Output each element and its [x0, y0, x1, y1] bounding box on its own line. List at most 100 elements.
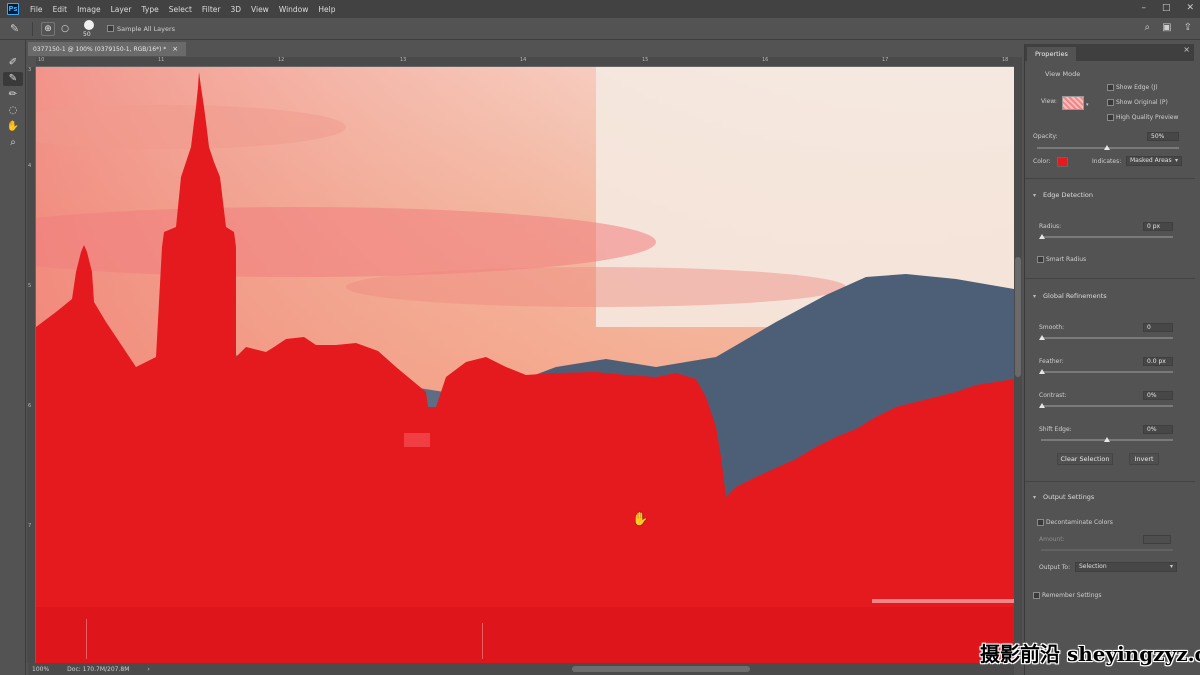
photoshop-logo-icon[interactable]: Ps: [7, 3, 19, 15]
brush-size-value: 50: [83, 30, 91, 38]
menu-filter[interactable]: Filter: [197, 5, 226, 14]
add-to-selection-icon[interactable]: ⊕: [41, 21, 55, 36]
ruler-label: 4: [28, 163, 32, 169]
smooth-field[interactable]: 0: [1143, 323, 1173, 332]
status-menu-arrow[interactable]: ›: [147, 666, 149, 673]
ruler-label: 15: [642, 57, 649, 63]
zoom-tool-icon[interactable]: ⌕: [3, 136, 23, 150]
chevron-down-icon: ▾: [1169, 563, 1173, 570]
close-tab-icon[interactable]: ×: [172, 45, 178, 53]
smooth-label: Smooth:: [1039, 324, 1065, 331]
view-label: View:: [1041, 98, 1057, 105]
document-size: Doc: 170.7M/207.8M: [67, 665, 130, 673]
high-quality-preview-label: High Quality Preview: [1116, 114, 1179, 121]
clear-selection-button[interactable]: Clear Selection: [1057, 453, 1113, 465]
workspace-icon[interactable]: ▣: [1162, 22, 1171, 33]
high-quality-preview-checkbox[interactable]: [1107, 114, 1114, 121]
menu-help[interactable]: Help: [313, 5, 340, 14]
contrast-slider[interactable]: [1041, 405, 1173, 407]
chevron-down-icon: ▾: [1174, 157, 1178, 164]
refine-edge-brush-tool-icon[interactable]: ✎: [3, 72, 23, 86]
menu-3d[interactable]: 3D: [225, 5, 246, 14]
contrast-slider-knob[interactable]: [1039, 403, 1045, 408]
feather-field[interactable]: 0.0 px: [1143, 357, 1173, 366]
horizontal-scrollbar[interactable]: [170, 663, 1014, 675]
vertical-scrollbar[interactable]: [1014, 57, 1022, 663]
zoom-level[interactable]: 100%: [32, 666, 49, 673]
output-to-value: Selection: [1079, 563, 1107, 570]
properties-panel: Properties × View Mode View: ▾ Show Edge…: [1024, 44, 1195, 675]
feather-slider-knob[interactable]: [1039, 369, 1045, 374]
lasso-tool-icon[interactable]: ◌: [3, 104, 23, 118]
vertical-scroll-thumb[interactable]: [1015, 257, 1021, 377]
quick-selection-tool-icon[interactable]: ✐: [3, 56, 23, 70]
shift-edge-label: Shift Edge:: [1039, 426, 1072, 433]
ruler-label: 11: [158, 57, 165, 63]
decontaminate-colors-checkbox[interactable]: [1037, 519, 1044, 526]
options-right-group: ⌕ ▣ ⇪: [1145, 22, 1192, 33]
horizontal-scroll-thumb[interactable]: [572, 666, 750, 672]
ruler-label: 3: [28, 67, 32, 73]
show-original-checkbox[interactable]: [1107, 99, 1114, 106]
tab-properties[interactable]: Properties: [1027, 47, 1076, 61]
section-caret-icon: ▾: [1033, 494, 1037, 501]
smooth-slider[interactable]: [1041, 337, 1173, 339]
feather-label: Feather:: [1039, 358, 1064, 365]
radius-field[interactable]: 0 px: [1143, 222, 1173, 231]
menu-image[interactable]: Image: [72, 5, 106, 14]
sample-all-layers-checkbox[interactable]: Sample All Layers: [107, 25, 175, 33]
output-to-label: Output To:: [1039, 564, 1071, 571]
feather-slider[interactable]: [1041, 371, 1173, 373]
ruler-label: 14: [520, 57, 527, 63]
menu-type[interactable]: Type: [137, 5, 164, 14]
hand-tool-icon[interactable]: ✋: [3, 120, 23, 134]
brush-tip-icon: [84, 19, 94, 30]
dropdown-arrow-icon[interactable]: ▾: [1086, 102, 1089, 108]
contrast-field[interactable]: 0%: [1143, 391, 1173, 400]
menu-select[interactable]: Select: [164, 5, 197, 14]
refine-brush-icon[interactable]: ✎: [10, 22, 24, 36]
opacity-field[interactable]: 50%: [1147, 132, 1179, 141]
smooth-slider-knob[interactable]: [1039, 335, 1045, 340]
show-edge-checkbox[interactable]: [1107, 84, 1114, 91]
divider: [1025, 481, 1195, 482]
document-tab[interactable]: 0377150-1 @ 100% (0379150-1, RGB/16*) * …: [28, 42, 186, 56]
menu-window[interactable]: Window: [274, 5, 314, 14]
subtract-from-selection-icon[interactable]: ○: [58, 22, 72, 36]
radius-label: Radius:: [1039, 223, 1062, 230]
invert-button[interactable]: Invert: [1129, 453, 1159, 465]
shift-edge-field[interactable]: 0%: [1143, 425, 1173, 434]
menu-view[interactable]: View: [246, 5, 274, 14]
search-icon[interactable]: ⌕: [1145, 22, 1151, 33]
remember-settings-checkbox[interactable]: [1033, 592, 1040, 599]
color-label: Color:: [1033, 158, 1051, 165]
global-refinements-header[interactable]: ▾ Global Refinements: [1033, 292, 1107, 300]
status-bar: 100% Doc: 170.7M/207.8M ›: [28, 663, 170, 675]
radius-slider[interactable]: [1041, 236, 1173, 238]
watermark: 摄影前沿 sheyingzyz.com: [980, 642, 1200, 666]
ruler-label: 18: [1002, 57, 1009, 63]
output-settings-header[interactable]: ▾ Output Settings: [1033, 493, 1094, 501]
document-canvas[interactable]: [36, 67, 1014, 663]
sample-all-layers-label: Sample All Layers: [117, 24, 176, 33]
share-icon[interactable]: ⇪: [1184, 22, 1192, 33]
brush-size-picker[interactable]: 50: [81, 19, 97, 38]
menu-file[interactable]: File: [25, 5, 48, 14]
smart-radius-checkbox[interactable]: [1037, 256, 1044, 263]
menu-layer[interactable]: Layer: [106, 5, 137, 14]
minimize-icon[interactable]: –: [1141, 3, 1146, 13]
panel-close-icon[interactable]: ×: [1183, 45, 1190, 54]
smart-radius-label: Smart Radius: [1046, 256, 1087, 263]
view-mode-thumbnail[interactable]: [1062, 96, 1084, 110]
menu-edit[interactable]: Edit: [48, 5, 73, 14]
overlay-color-swatch[interactable]: [1057, 157, 1068, 167]
output-to-dropdown[interactable]: Selection ▾: [1075, 562, 1177, 572]
radius-slider-knob[interactable]: [1039, 234, 1045, 239]
close-window-icon[interactable]: ✕: [1186, 3, 1194, 13]
maximize-icon[interactable]: □: [1162, 3, 1171, 13]
opacity-slider-knob[interactable]: [1104, 145, 1110, 150]
brush-tool-icon[interactable]: ✏: [3, 88, 23, 102]
indicates-dropdown[interactable]: Masked Areas ▾: [1126, 156, 1182, 166]
shift-edge-slider-knob[interactable]: [1104, 437, 1110, 442]
edge-detection-header[interactable]: ▾ Edge Detection: [1033, 191, 1093, 199]
